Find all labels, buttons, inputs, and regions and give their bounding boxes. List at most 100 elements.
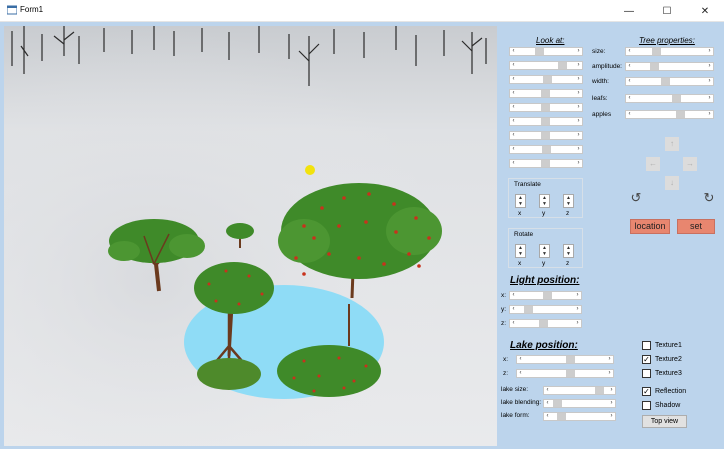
light-slider-1[interactable]: ‹ ›	[509, 291, 582, 300]
move-right-button[interactable]: →	[683, 157, 697, 171]
slider-thumb[interactable]	[539, 320, 548, 327]
slider-thumb[interactable]	[541, 160, 550, 167]
look-at-slider-7[interactable]: ‹ ›	[509, 131, 583, 140]
checkbox-texture1[interactable]: Texture1	[642, 341, 682, 350]
slider-left-arrow[interactable]: ‹	[626, 111, 633, 118]
slider-left-arrow[interactable]: ‹	[510, 132, 517, 139]
slider-left-arrow[interactable]: ‹	[510, 62, 517, 69]
slider-right-arrow[interactable]: ›	[608, 400, 615, 407]
checkbox-box[interactable]: ✓	[642, 387, 651, 396]
slider-left-arrow[interactable]: ‹	[510, 104, 517, 111]
look-at-slider-8[interactable]: ‹ ›	[509, 145, 583, 154]
slider-thumb[interactable]	[541, 132, 550, 139]
rotate-left-button[interactable]: ↺	[628, 190, 644, 206]
slider-right-arrow[interactable]: ›	[706, 78, 713, 85]
slider-left-arrow[interactable]: ‹	[510, 48, 517, 55]
translate-y-spinner[interactable]: ▲ ▼	[539, 194, 550, 208]
top-view-button[interactable]: Top view	[642, 415, 687, 428]
set-button[interactable]: set	[677, 219, 715, 234]
slider-left-arrow[interactable]: ‹	[626, 78, 633, 85]
slider-thumb[interactable]	[543, 292, 552, 299]
slider-right-arrow[interactable]: ›	[575, 104, 582, 111]
slider-right-arrow[interactable]: ›	[706, 48, 713, 55]
translate-x-spinner[interactable]: ▲ ▼	[515, 194, 526, 208]
slider-thumb[interactable]	[535, 48, 544, 55]
close-button[interactable]: ✕	[686, 0, 724, 22]
slider-right-arrow[interactable]: ›	[574, 320, 581, 327]
tree-prop-slider-3[interactable]: ‹ ›	[625, 77, 714, 86]
slider-right-arrow[interactable]: ›	[575, 76, 582, 83]
slider-thumb[interactable]	[541, 90, 550, 97]
slider-left-arrow[interactable]: ‹	[510, 292, 517, 299]
slider-right-arrow[interactable]: ›	[575, 62, 582, 69]
scene-viewport[interactable]	[4, 26, 497, 446]
slider-right-arrow[interactable]: ›	[706, 111, 713, 118]
slider-right-arrow[interactable]: ›	[575, 160, 582, 167]
slider-right-arrow[interactable]: ›	[608, 413, 615, 420]
slider-thumb[interactable]	[650, 63, 659, 70]
slider-right-arrow[interactable]: ›	[574, 306, 581, 313]
slider-thumb[interactable]	[553, 400, 562, 407]
translate-z-spinner[interactable]: ▲ ▼	[563, 194, 574, 208]
slider-thumb[interactable]	[672, 95, 681, 102]
slider-left-arrow[interactable]: ‹	[510, 146, 517, 153]
slider-thumb[interactable]	[566, 356, 575, 363]
slider-thumb[interactable]	[557, 413, 566, 420]
slider-right-arrow[interactable]: ›	[575, 146, 582, 153]
slider-left-arrow[interactable]: ‹	[517, 370, 524, 377]
look-at-slider-4[interactable]: ‹ ›	[509, 89, 583, 98]
look-at-slider-2[interactable]: ‹ ›	[509, 61, 583, 70]
move-up-button[interactable]: ↑	[665, 137, 679, 151]
look-at-slider-6[interactable]: ‹ ›	[509, 117, 583, 126]
slider-left-arrow[interactable]: ‹	[626, 48, 633, 55]
look-at-slider-3[interactable]: ‹ ›	[509, 75, 583, 84]
checkbox-box[interactable]	[642, 401, 651, 410]
maximize-button[interactable]: ☐	[648, 0, 686, 22]
slider-thumb[interactable]	[566, 370, 575, 377]
slider-right-arrow[interactable]: ›	[706, 63, 713, 70]
slider-right-arrow[interactable]: ›	[606, 370, 613, 377]
checkbox-box[interactable]	[642, 369, 651, 378]
look-at-slider-5[interactable]: ‹ ›	[509, 103, 583, 112]
slider-right-arrow[interactable]: ›	[606, 356, 613, 363]
rotate-x-spinner[interactable]: ▲ ▼	[515, 244, 526, 258]
lake-prop-slider-3[interactable]: ‹ ›	[543, 412, 616, 421]
lake-prop-slider-1[interactable]: ‹ ›	[543, 386, 616, 395]
slider-left-arrow[interactable]: ‹	[544, 387, 551, 394]
slider-right-arrow[interactable]: ›	[706, 95, 713, 102]
tree-prop-slider-1[interactable]: ‹ ›	[625, 47, 714, 56]
slider-left-arrow[interactable]: ‹	[510, 160, 517, 167]
slider-thumb[interactable]	[558, 62, 567, 69]
move-down-button[interactable]: ↓	[665, 176, 679, 190]
slider-thumb[interactable]	[595, 387, 604, 394]
minimize-button[interactable]: —	[610, 0, 648, 22]
slider-thumb[interactable]	[676, 111, 685, 118]
slider-thumb[interactable]	[543, 76, 552, 83]
slider-left-arrow[interactable]: ‹	[626, 63, 633, 70]
rotate-y-spinner[interactable]: ▲ ▼	[539, 244, 550, 258]
checkbox-texture3[interactable]: Texture3	[642, 369, 682, 378]
slider-left-arrow[interactable]: ‹	[544, 400, 551, 407]
lake-pos-slider-2[interactable]: ‹ ›	[516, 369, 614, 378]
checkbox-reflection[interactable]: ✓ Reflection	[642, 387, 686, 396]
light-slider-3[interactable]: ‹ ›	[509, 319, 582, 328]
slider-thumb[interactable]	[542, 146, 551, 153]
slider-right-arrow[interactable]: ›	[574, 292, 581, 299]
checkbox-shadow[interactable]: Shadow	[642, 401, 680, 410]
slider-left-arrow[interactable]: ‹	[510, 320, 517, 327]
checkbox-texture2[interactable]: ✓ Texture2	[642, 355, 682, 364]
slider-thumb[interactable]	[661, 78, 670, 85]
rotate-right-button[interactable]: ↻	[701, 190, 717, 206]
look-at-slider-9[interactable]: ‹ ›	[509, 159, 583, 168]
checkbox-box[interactable]	[642, 341, 651, 350]
slider-left-arrow[interactable]: ‹	[510, 76, 517, 83]
slider-right-arrow[interactable]: ›	[575, 90, 582, 97]
location-button[interactable]: location	[630, 219, 670, 234]
rotate-z-spinner[interactable]: ▲ ▼	[563, 244, 574, 258]
slider-thumb[interactable]	[541, 104, 550, 111]
checkbox-box[interactable]: ✓	[642, 355, 651, 364]
move-left-button[interactable]: ←	[646, 157, 660, 171]
slider-left-arrow[interactable]: ‹	[510, 118, 517, 125]
slider-left-arrow[interactable]: ‹	[626, 95, 633, 102]
slider-left-arrow[interactable]: ‹	[510, 90, 517, 97]
